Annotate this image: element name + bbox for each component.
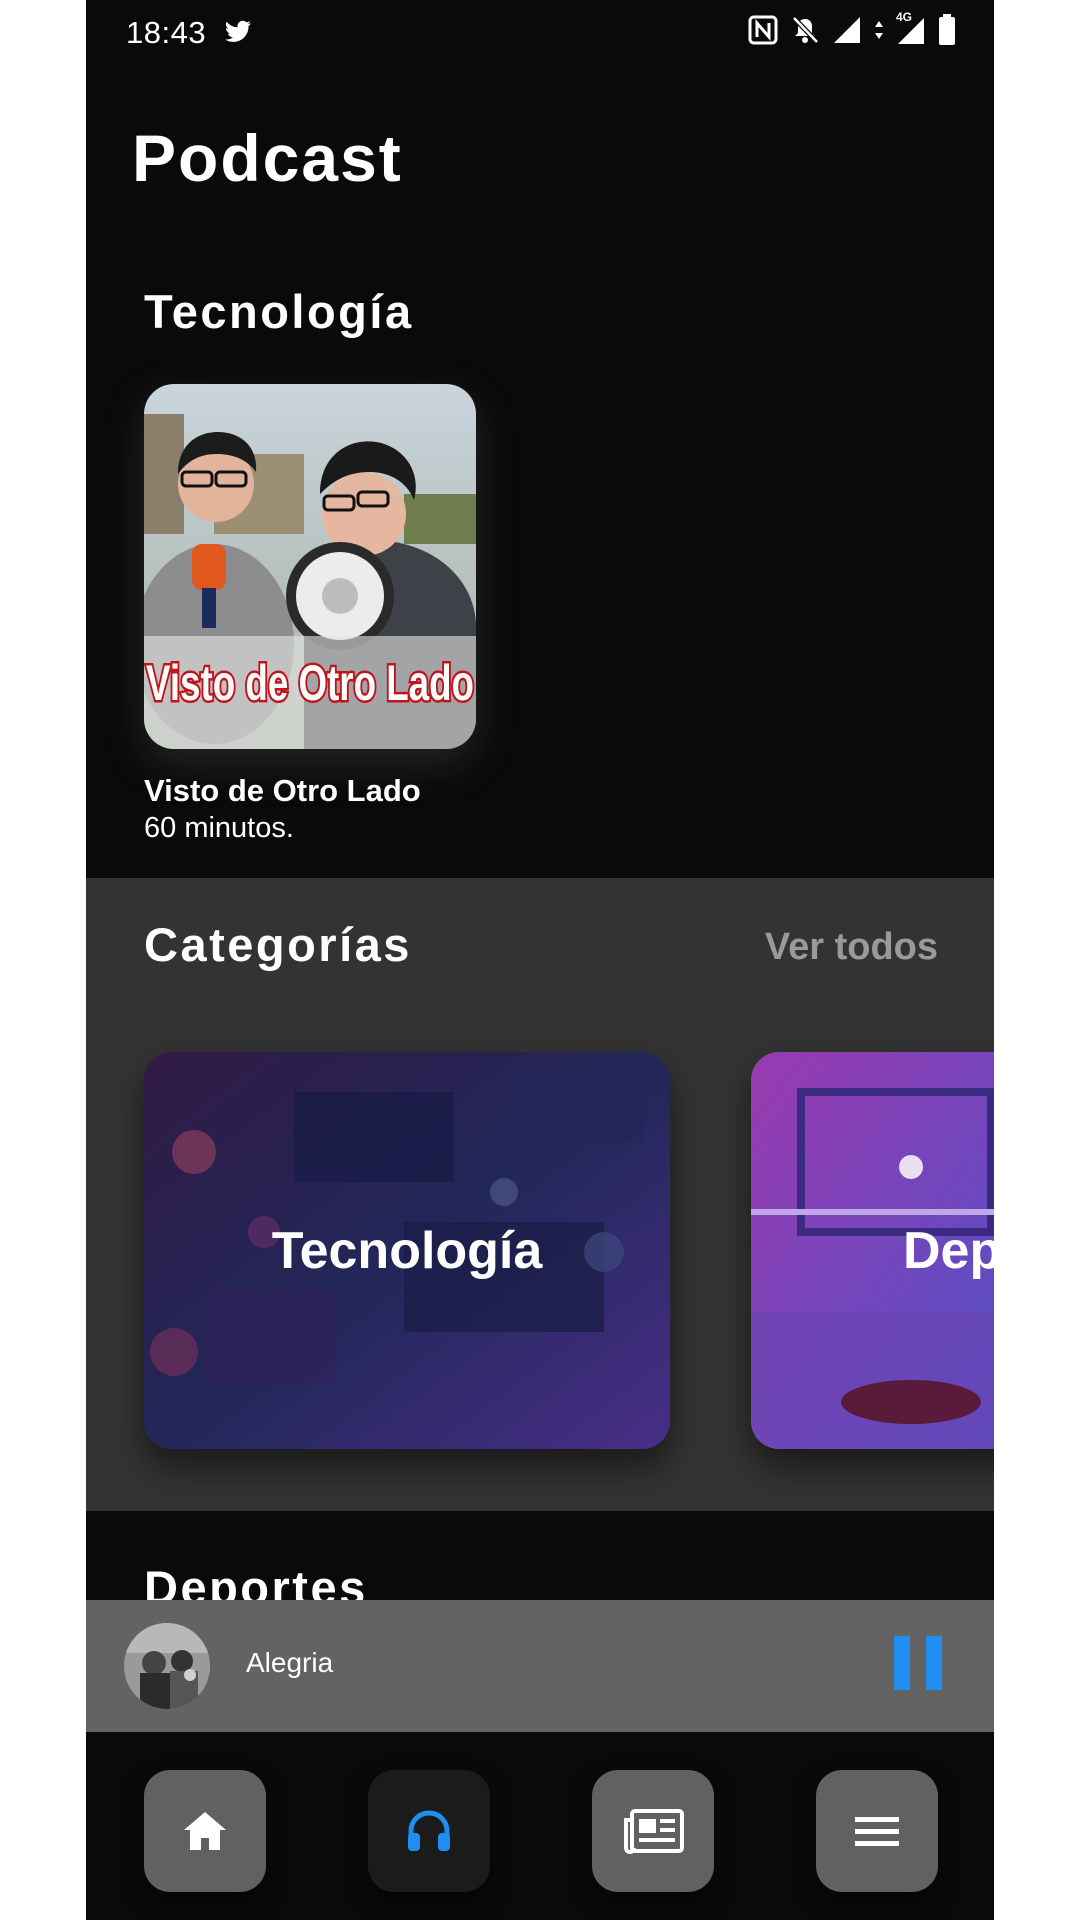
newspaper-icon: [624, 1809, 684, 1854]
nav-podcast[interactable]: [368, 1770, 490, 1892]
pause-button[interactable]: [894, 1636, 942, 1690]
podcast-screen: 18:43 4G Podcast Tecnología Visto de Otr…: [86, 0, 994, 1920]
see-all-link[interactable]: Ver todos: [765, 926, 938, 969]
data-arrows-icon: [875, 21, 883, 39]
status-time: 18:43: [126, 15, 207, 50]
nav-news[interactable]: [592, 1770, 714, 1892]
player-avatar: [124, 1623, 210, 1709]
pause-bar-left: [894, 1636, 910, 1690]
status-bar: 18:43 4G: [86, 0, 994, 68]
podcast-card[interactable]: Visto de Otro Lado: [144, 384, 476, 749]
mini-player[interactable]: Alegria: [86, 1600, 994, 1732]
podcast-name: Visto de Otro Lado: [144, 773, 421, 808]
page-title: Podcast: [132, 121, 403, 195]
home-icon: [184, 1812, 226, 1850]
podcast-duration: 60 minutos.: [144, 812, 294, 844]
battery-icon: [939, 14, 955, 45]
player-track-title: Alegria: [246, 1647, 334, 1678]
nav-home[interactable]: [144, 1770, 266, 1892]
nfc-icon: [748, 15, 778, 45]
signal-icon: [834, 17, 860, 43]
player-artwork-image: [124, 1623, 210, 1709]
category-card-deportes[interactable]: Dep: [751, 1052, 994, 1449]
pause-bar-right: [926, 1636, 942, 1690]
signal-4g-icon: 4G: [896, 10, 926, 46]
category-card-tecnologia[interactable]: Tecnología: [144, 1052, 670, 1449]
podcast-cover-image: Visto de Otro Lado: [144, 384, 476, 749]
twitter-icon: [225, 20, 251, 42]
menu-icon: [855, 1817, 899, 1846]
categories-title: Categorías: [144, 918, 412, 971]
bell-off-icon: [792, 16, 819, 44]
category-label: Dep: [903, 1221, 994, 1280]
status-icons: 4G: [748, 10, 956, 46]
category-label: Tecnología: [271, 1221, 543, 1280]
bottom-nav: [86, 1732, 994, 1920]
headphones-icon: [408, 1810, 450, 1851]
podcast-cover-text: Visto de Otro Lado: [146, 655, 474, 711]
section-title-tecnologia: Tecnología: [144, 285, 414, 338]
nav-menu[interactable]: [816, 1770, 938, 1892]
